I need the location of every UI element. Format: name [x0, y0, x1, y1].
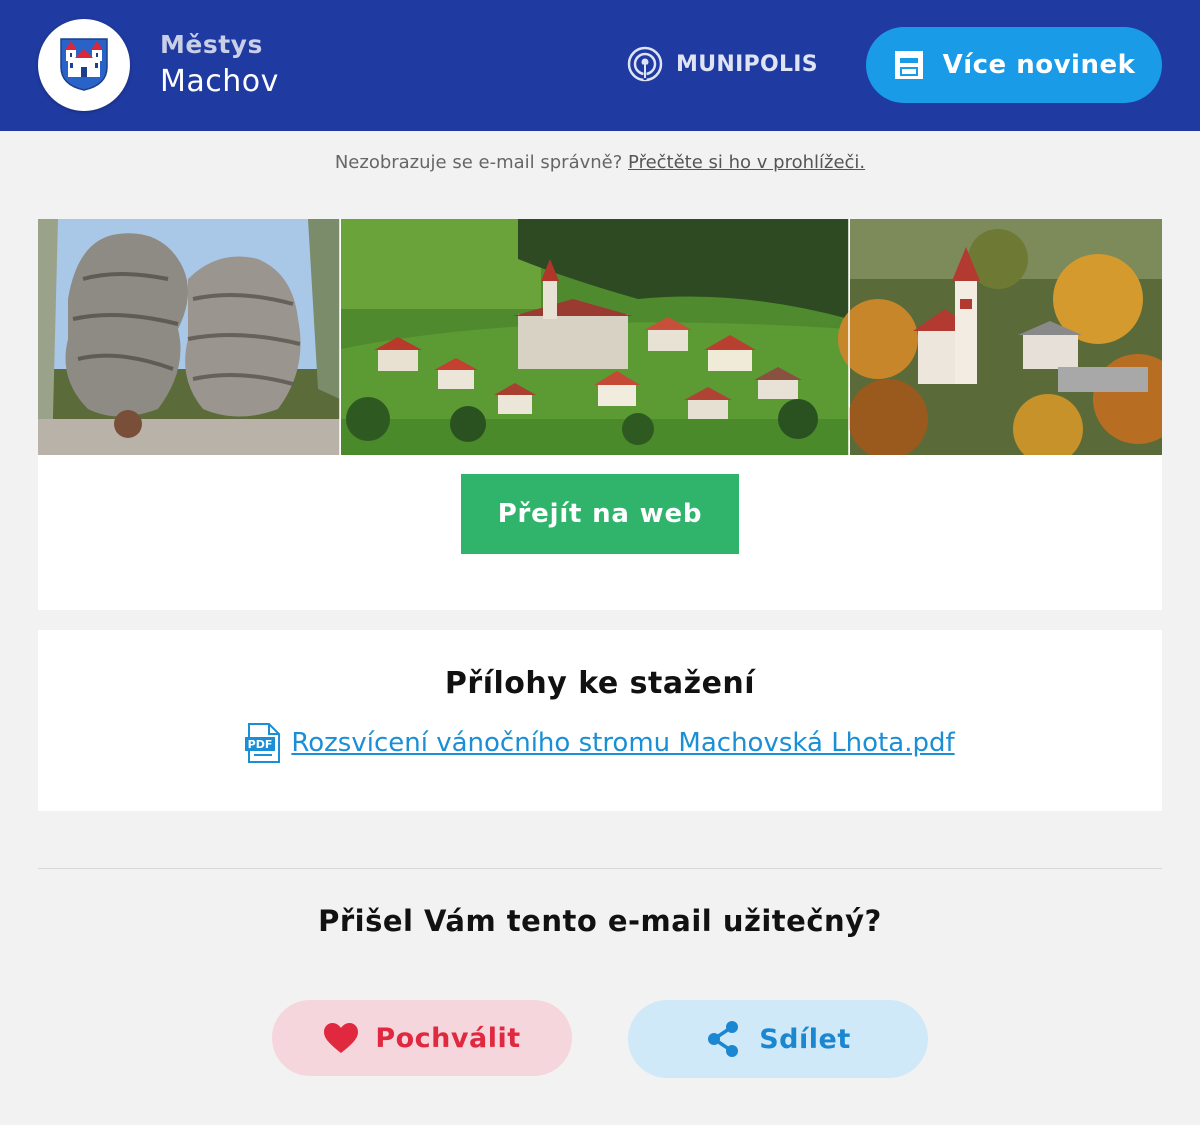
more-news-label: Více novinek — [942, 50, 1136, 80]
attachments-card: Přílohy ke stažení PDF Rozsvícení vánočn… — [38, 630, 1162, 811]
view-in-browser-link[interactable]: Přečtěte si ho v prohlížeči. — [628, 152, 865, 173]
share-label: Sdílet — [759, 1023, 851, 1055]
attachments-title: Přílohy ke stažení — [444, 666, 756, 701]
attachment-link[interactable]: Rozsvícení vánočního stromu Machovská Lh… — [291, 728, 954, 758]
pdf-file-icon: PDF — [245, 723, 281, 763]
rock-formation-photo — [38, 219, 340, 455]
newspaper-icon — [894, 51, 923, 79]
heart-icon — [324, 1023, 359, 1053]
municipality-type: Městys — [160, 30, 263, 59]
go-to-web-button[interactable]: Přejít na web — [461, 474, 739, 554]
share-icon — [708, 1021, 739, 1057]
feedback-question: Přišel Vám tento e-mail užitečný? — [318, 904, 882, 938]
preheader-text: Nezobrazuje se e-mail správně? — [334, 152, 623, 173]
broadcast-icon — [627, 46, 663, 82]
praise-label: Pochválit — [375, 1022, 521, 1054]
preheader: Nezobrazuje se e-mail správně? Přečtěte … — [0, 152, 1200, 173]
munipolis-brand[interactable]: MUNIPOLIS — [626, 44, 818, 84]
hero-photo-collage — [38, 219, 1162, 455]
more-news-button[interactable]: Více novinek — [866, 27, 1162, 103]
brand-name: MUNIPOLIS — [676, 51, 818, 77]
attachment-item[interactable]: PDF Rozsvícení vánočního stromu Machovsk… — [38, 722, 1162, 764]
divider — [38, 868, 1162, 869]
coat-of-arms-icon — [60, 38, 108, 91]
municipality-name: Machov — [160, 64, 279, 99]
autumn-church-photo — [838, 219, 1162, 455]
email-header: Městys Machov MUNIPOLIS Více novinek — [0, 0, 1200, 131]
praise-button[interactable]: Pochválit — [272, 1000, 572, 1076]
village-panorama-photo — [341, 219, 849, 455]
svg-text:PDF: PDF — [248, 738, 273, 751]
hero-card: Přejít na web — [38, 219, 1162, 610]
municipality-logo[interactable] — [38, 19, 130, 111]
share-button[interactable]: Sdílet — [628, 1000, 928, 1078]
